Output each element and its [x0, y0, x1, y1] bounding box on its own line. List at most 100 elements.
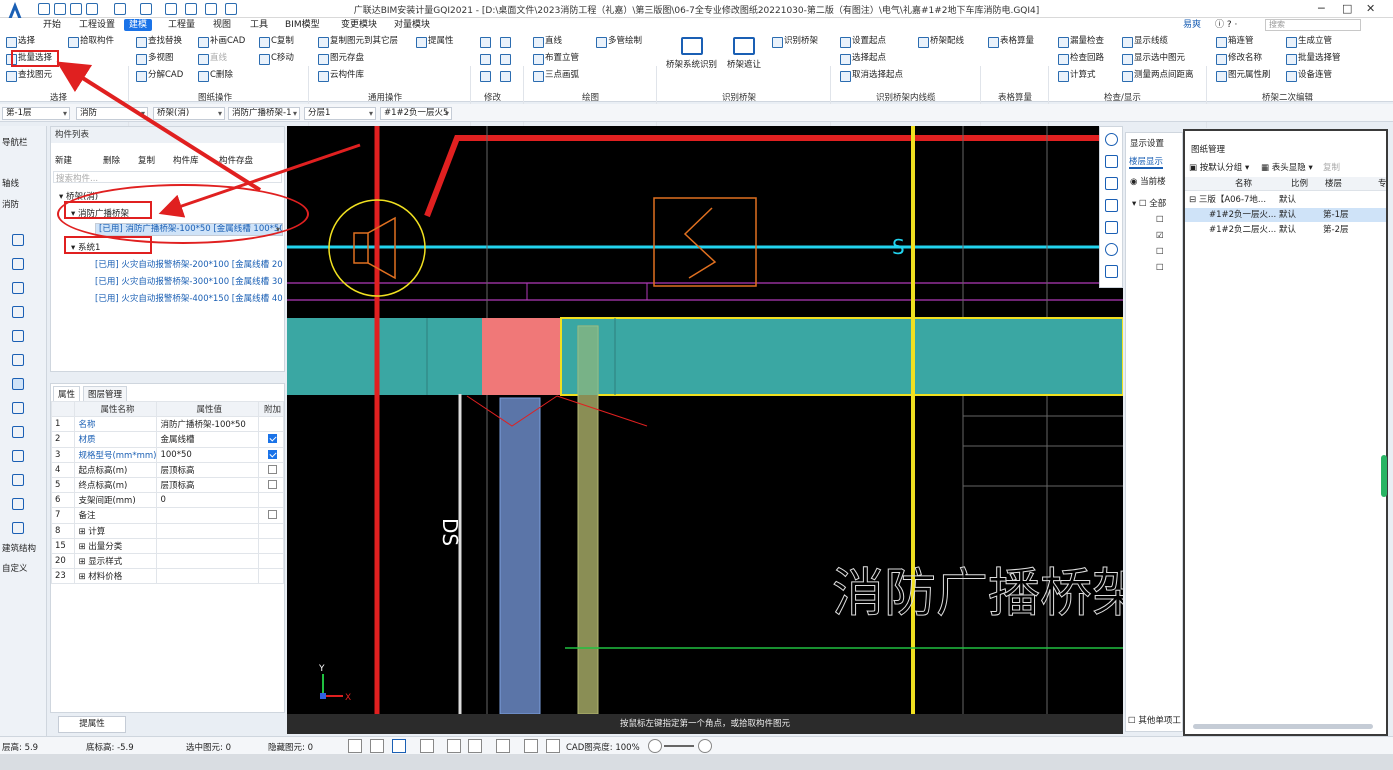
cube-icon[interactable]: [420, 739, 434, 753]
c-copy-button[interactable]: C复制: [259, 35, 294, 48]
tree-item-alarm-200[interactable]: [已用] 火灾自动报警桥架-200*100 [金属线槽 200: [95, 258, 283, 270]
tree-item-alarm-400[interactable]: [已用] 火灾自动报警桥架-400*150 [金属线槽 400: [95, 292, 283, 304]
nav-component-icon-8[interactable]: [12, 402, 24, 414]
horizontal-scrollbar[interactable]: [1193, 724, 1373, 729]
tray-wiring-button[interactable]: 桥架配线: [918, 35, 964, 48]
modify-rotate-icon[interactable]: [500, 52, 514, 65]
extract-attr-button[interactable]: 提属性: [416, 35, 454, 48]
nav-component-icon-6[interactable]: [12, 354, 24, 366]
property-row[interactable]: 2 材质 金属线槽: [50, 431, 284, 448]
menu-project-settings[interactable]: 工程设置: [74, 19, 120, 31]
snapshot-icon[interactable]: [524, 739, 538, 753]
drawing-select[interactable]: #1#2负一层火5: [380, 107, 452, 120]
pick-component-button[interactable]: 拾取构件: [68, 35, 114, 48]
modify-copy-icon[interactable]: [480, 35, 494, 48]
formula-button[interactable]: 计算式: [1058, 69, 1096, 82]
expand-icon[interactable]: ⊞: [78, 542, 88, 552]
device-connect-pipe-button[interactable]: 设备连管: [1286, 69, 1332, 82]
floor-select[interactable]: 第-1层: [2, 107, 70, 120]
copy-to-floor-button[interactable]: 复制图元到其它层: [318, 35, 398, 48]
rotate-icon[interactable]: [1105, 243, 1118, 256]
property-value[interactable]: [156, 537, 260, 554]
collapse-icon[interactable]: ⊟: [1189, 195, 1199, 205]
draw-line-button[interactable]: 直线: [533, 35, 562, 48]
extract-attr-bottom-button[interactable]: 提属性: [58, 716, 126, 733]
checkbox-all[interactable]: ▾ ☐ 全部: [1132, 197, 1166, 209]
extra-checkbox[interactable]: [268, 434, 278, 444]
menu-start[interactable]: 开始: [38, 19, 66, 31]
nav-component-icon-9[interactable]: [12, 426, 24, 438]
nav-component-icon-11[interactable]: [12, 474, 24, 486]
layer-check-4[interactable]: ☐: [1156, 263, 1164, 273]
expand-icon[interactable]: ⊞: [78, 557, 88, 567]
menu-tools[interactable]: 工具: [245, 19, 273, 31]
nav-component-icon-12[interactable]: [12, 498, 24, 510]
view-side-icon[interactable]: [1105, 221, 1118, 234]
modify-break-icon[interactable]: [500, 69, 514, 82]
component-select[interactable]: 消防广播桥架-1: [228, 107, 300, 120]
drawing-row[interactable]: ⊟ 三版【A06-7地... 默认: [1185, 193, 1386, 207]
new-component-button[interactable]: 新建: [55, 154, 72, 166]
place-riser-button[interactable]: 布置立管: [533, 52, 579, 65]
property-value[interactable]: 消防广播桥架-100*50: [156, 416, 260, 433]
cancel-start-point-button[interactable]: 取消选择起点: [840, 69, 903, 82]
property-value[interactable]: [156, 552, 260, 570]
property-value[interactable]: 100*50: [156, 446, 260, 463]
property-value[interactable]: 层顶标高: [156, 461, 260, 478]
component-search-input[interactable]: 搜索构件...: [53, 171, 282, 184]
property-row[interactable]: 8 ⊞ 计算: [50, 522, 284, 539]
check-loop-button[interactable]: 检查回路: [1058, 52, 1104, 65]
group-by-default-button[interactable]: ▣ 按默认分组 ▾: [1189, 161, 1249, 173]
nav-item-axis[interactable]: 轴线: [2, 177, 19, 189]
tab-properties[interactable]: 属性: [53, 386, 81, 402]
nav-component-icon-10[interactable]: [12, 450, 24, 462]
modify-mirror-icon[interactable]: [500, 35, 514, 48]
maximize-icon[interactable]: □: [1342, 2, 1352, 15]
box-connect-pipe-button[interactable]: 箱连管: [1216, 35, 1254, 48]
menu-view[interactable]: 视图: [208, 19, 236, 31]
table-quantity-button[interactable]: 表格算量: [988, 35, 1034, 48]
generate-riser-button[interactable]: 生成立管: [1286, 35, 1332, 48]
layer-check-2[interactable]: ☑: [1156, 231, 1164, 241]
nav-tray-icon[interactable]: [12, 378, 24, 390]
user-name[interactable]: 易爽: [1178, 19, 1206, 31]
drawing-row[interactable]: #1#2负二层火... 默认 第-2层: [1185, 223, 1386, 237]
show-cables-button[interactable]: 显示线缆: [1122, 35, 1168, 48]
dimension-icon[interactable]: [496, 739, 510, 753]
drawing-canvas[interactable]: S DS 消防广播桥架 Y X: [287, 126, 1123, 714]
menu-bim-model[interactable]: BIM模型: [280, 19, 325, 31]
three-point-arc-button[interactable]: 三点画弧: [533, 69, 579, 82]
extra-checkbox[interactable]: [268, 510, 278, 520]
close-icon[interactable]: ✕: [1366, 2, 1375, 15]
modify-delete-icon[interactable]: [480, 69, 494, 82]
zoom-out-icon[interactable]: [648, 739, 662, 753]
header-toggle-button[interactable]: ▦ 表头显隐 ▾: [1261, 161, 1313, 173]
ortho-icon[interactable]: [370, 739, 384, 753]
snap-grid-icon[interactable]: [348, 739, 362, 753]
brightness-slider[interactable]: [664, 745, 694, 747]
expand-icon[interactable]: ⊞: [78, 572, 88, 582]
nav-item-fire[interactable]: 消防: [2, 198, 19, 210]
rename-button[interactable]: 修改名称: [1216, 52, 1262, 65]
copy-component-button[interactable]: 复制: [138, 154, 155, 166]
layer-check-1[interactable]: ☐: [1156, 215, 1164, 225]
tree-item-alarm-300[interactable]: [已用] 火灾自动报警桥架-300*100 [金属线槽 300: [95, 275, 283, 287]
property-row[interactable]: 23 ⊞ 材料价格: [50, 568, 284, 585]
missing-check-button[interactable]: 漏量检查: [1058, 35, 1104, 48]
tray-system-recognize-button[interactable]: 桥架系统识别: [666, 37, 717, 70]
property-row[interactable]: 1 名称 消防广播桥架-100*50: [50, 416, 284, 433]
nav-item-custom[interactable]: 自定义: [2, 562, 28, 574]
component-type-select[interactable]: 桥架(消): [153, 107, 225, 120]
nav-component-icon-2[interactable]: [12, 258, 24, 270]
drawing-row[interactable]: #1#2负一层火... 默认 第-1层: [1185, 208, 1386, 222]
select-button[interactable]: 选择: [6, 35, 35, 48]
draw-cad-button[interactable]: 补画CAD: [198, 35, 245, 48]
menu-quantity[interactable]: 工程量: [163, 19, 200, 31]
layer-select[interactable]: 分层1: [304, 107, 376, 120]
component-save-button[interactable]: 构件存盘: [219, 154, 253, 166]
property-row[interactable]: 3 规格型号(mm*mm) 100*50: [50, 446, 284, 463]
zoom-in-icon[interactable]: [698, 739, 712, 753]
angle-icon[interactable]: [468, 739, 482, 753]
minimize-icon[interactable]: ─: [1318, 2, 1325, 15]
property-value[interactable]: 层顶标高: [156, 476, 260, 494]
